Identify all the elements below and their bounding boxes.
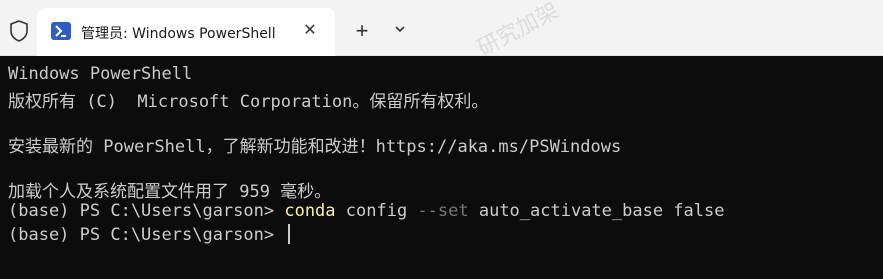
terminal-line-1: Windows PowerShell — [8, 64, 193, 84]
command-arguments: auto_activate_base false — [468, 201, 725, 221]
terminal-output[interactable]: Windows PowerShell 版权所有 (C) Microsoft Co… — [0, 56, 883, 279]
command-name: conda — [284, 201, 336, 221]
close-icon[interactable]: ✕ — [300, 21, 320, 41]
tab-title: 管理员: Windows PowerShell — [81, 26, 276, 42]
powershell-window: 管理员: Windows PowerShell ✕ + 研究加架 Windows… — [0, 0, 883, 279]
chevron-down-icon[interactable] — [390, 22, 410, 42]
terminal-line-4: 加载个人及系统配置文件用了 959 毫秒。 — [8, 182, 332, 202]
powershell-icon — [51, 22, 71, 40]
shield-icon — [10, 20, 28, 42]
text-cursor — [288, 224, 291, 244]
terminal-line-2: 版权所有 (C) Microsoft Corporation。保留所有权利。 — [8, 92, 489, 112]
new-tab-button[interactable]: + — [350, 20, 374, 44]
terminal-current-prompt: (base) PS C:\Users\garson> — [8, 224, 291, 245]
terminal-line-3: 安装最新的 PowerShell，了解新功能和改进！https://aka.ms… — [8, 137, 622, 157]
prompt: (base) PS C:\Users\garson> — [8, 225, 285, 245]
command-subcommand: config — [335, 201, 418, 221]
terminal-command-line: (base) PS C:\Users\garson> conda config … — [8, 201, 724, 221]
tab-powershell[interactable]: 管理员: Windows PowerShell ✕ — [37, 8, 335, 56]
watermark: 研究加架 — [473, 0, 563, 62]
title-bar: 管理员: Windows PowerShell ✕ + 研究加架 — [0, 0, 883, 62]
prompt: (base) PS C:\Users\garson> — [8, 201, 285, 221]
command-parameter: --set — [417, 201, 469, 221]
